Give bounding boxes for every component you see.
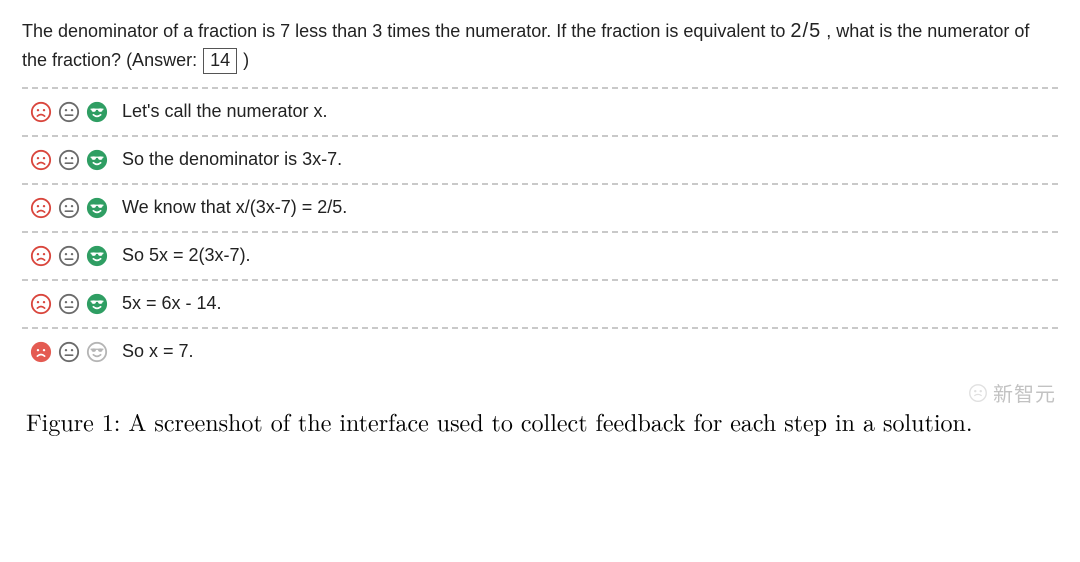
rating-icons	[30, 149, 108, 171]
rate-meh-button[interactable]	[58, 341, 80, 363]
frown-icon[interactable]	[30, 293, 52, 315]
rate-frown-button[interactable]	[30, 341, 52, 363]
rate-cool-button[interactable]	[86, 341, 108, 363]
rating-icons	[30, 293, 108, 315]
meh-icon[interactable]	[58, 149, 80, 171]
rate-frown-button[interactable]	[30, 293, 52, 315]
question-part3: )	[243, 50, 249, 70]
frown-icon[interactable]	[30, 101, 52, 123]
rating-icons	[30, 341, 108, 363]
question-text: The denominator of a fraction is 7 less …	[22, 16, 1058, 75]
cool-icon[interactable]	[86, 101, 108, 123]
meh-icon[interactable]	[58, 245, 80, 267]
question-part1: The denominator of a fraction is 7 less …	[22, 21, 790, 41]
figure-caption: Figure 1: A screenshot of the interface …	[22, 405, 1058, 437]
cool-icon[interactable]	[86, 245, 108, 267]
rate-meh-button[interactable]	[58, 245, 80, 267]
frown-icon[interactable]	[30, 341, 52, 363]
rate-frown-button[interactable]	[30, 149, 52, 171]
step-text: So the denominator is 3x-7.	[122, 149, 342, 170]
step-text: So x = 7.	[122, 341, 194, 362]
frown-icon[interactable]	[30, 197, 52, 219]
rate-frown-button[interactable]	[30, 245, 52, 267]
rate-cool-button[interactable]	[86, 101, 108, 123]
meh-icon[interactable]	[58, 197, 80, 219]
step-text: 5x = 6x - 14.	[122, 293, 222, 314]
cool-icon[interactable]	[86, 293, 108, 315]
cool-icon[interactable]	[86, 197, 108, 219]
meh-icon[interactable]	[58, 101, 80, 123]
step-text: Let's call the numerator x.	[122, 101, 328, 122]
rating-icons	[30, 101, 108, 123]
rate-cool-button[interactable]	[86, 149, 108, 171]
frown-icon[interactable]	[30, 245, 52, 267]
meh-icon[interactable]	[58, 293, 80, 315]
frown-icon[interactable]	[30, 149, 52, 171]
meh-icon[interactable]	[58, 341, 80, 363]
rate-cool-button[interactable]	[86, 245, 108, 267]
step-text: We know that x/(3x-7) = 2/5.	[122, 197, 347, 218]
step-row: 5x = 6x - 14.	[22, 279, 1058, 327]
cool-icon[interactable]	[86, 341, 108, 363]
step-row: So x = 7.	[22, 327, 1058, 375]
rating-icons	[30, 197, 108, 219]
question-fraction: 2/5	[790, 16, 821, 47]
cool-icon[interactable]	[86, 149, 108, 171]
steps-list: Let's call the numerator x. So the denomi…	[22, 87, 1058, 375]
rate-frown-button[interactable]	[30, 101, 52, 123]
rate-meh-button[interactable]	[58, 197, 80, 219]
rate-cool-button[interactable]	[86, 197, 108, 219]
rate-frown-button[interactable]	[30, 197, 52, 219]
step-row: So the denominator is 3x-7.	[22, 135, 1058, 183]
step-row: We know that x/(3x-7) = 2/5.	[22, 183, 1058, 231]
step-row: Let's call the numerator x.	[22, 87, 1058, 135]
rating-icons	[30, 245, 108, 267]
rate-meh-button[interactable]	[58, 149, 80, 171]
answer-box: 14	[203, 48, 237, 74]
rate-meh-button[interactable]	[58, 293, 80, 315]
page-container: { "question": { "part1": "The denominato…	[0, 0, 1080, 447]
rate-cool-button[interactable]	[86, 293, 108, 315]
step-row: So 5x = 2(3x-7).	[22, 231, 1058, 279]
step-text: So 5x = 2(3x-7).	[122, 245, 251, 266]
rate-meh-button[interactable]	[58, 101, 80, 123]
